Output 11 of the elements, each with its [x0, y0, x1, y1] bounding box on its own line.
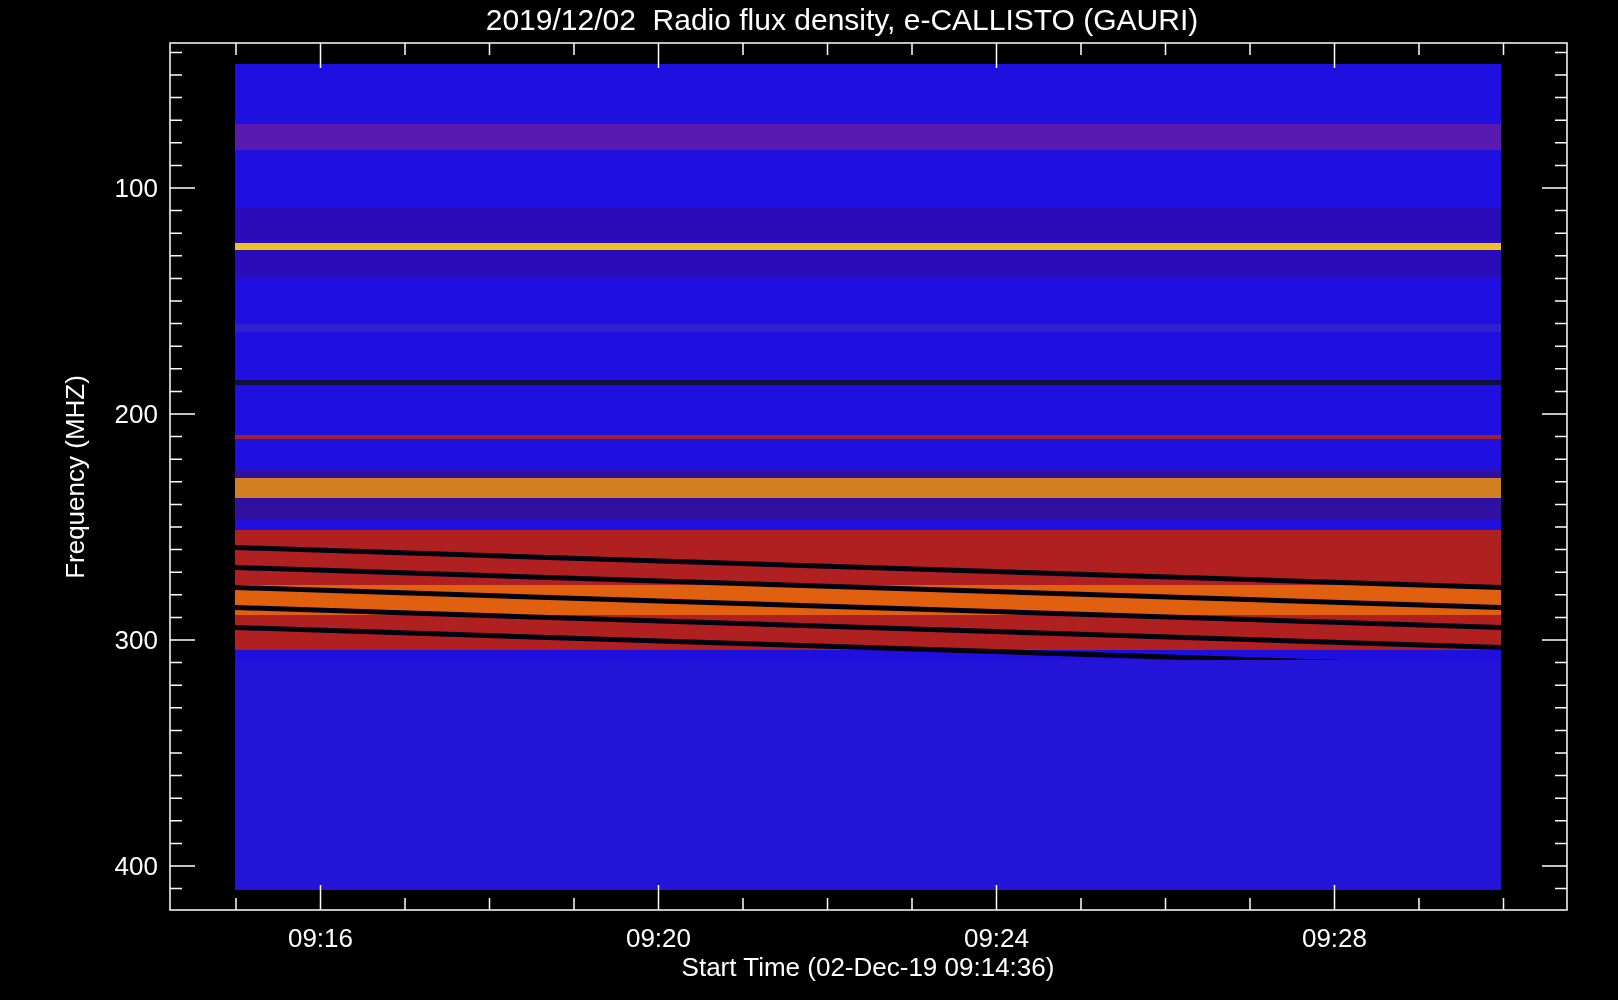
tick-label: 200	[114, 399, 158, 429]
plot-title: 2019/12/02 Radio flux density, e-CALLISTO (GAURI)	[485, 3, 1199, 36]
tick-label: 300	[114, 625, 158, 655]
tick-label: 400	[114, 851, 158, 881]
tick-label: 09:24	[963, 923, 1030, 953]
tick-label: 09:20	[625, 923, 692, 953]
x-axis-label: Start Time (02-Dec-19 09:14:36)	[681, 952, 1055, 982]
tick-label: 09:28	[1301, 923, 1368, 953]
tick-label: 100	[114, 173, 158, 203]
tick-label: 09:16	[287, 923, 354, 953]
y-axis-label: Frequency (MHZ)	[60, 375, 90, 579]
